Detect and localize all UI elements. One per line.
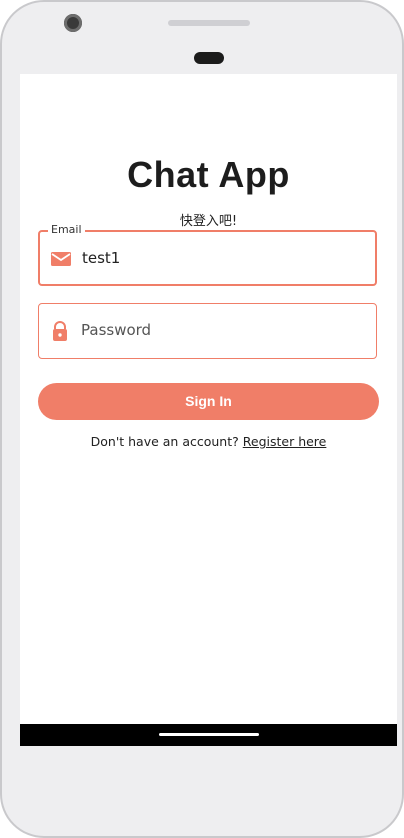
system-nav-bar <box>20 724 397 746</box>
top-speaker <box>168 20 250 26</box>
password-field[interactable] <box>38 303 377 359</box>
front-camera <box>64 14 82 32</box>
earpiece <box>194 52 224 64</box>
password-input[interactable] <box>81 304 361 356</box>
app-title: Chat App <box>127 154 290 195</box>
sign-in-button[interactable]: Sign In <box>38 383 379 420</box>
register-prompt: Don't have an account? <box>90 434 239 449</box>
lock-icon <box>49 321 71 341</box>
email-field[interactable]: Email <box>38 223 377 286</box>
register-link[interactable]: Register here <box>243 434 327 449</box>
mail-icon <box>50 249 72 269</box>
email-label: Email <box>48 223 85 236</box>
home-gesture-handle[interactable] <box>159 733 259 736</box>
email-input[interactable] <box>82 232 362 284</box>
phone-frame: Chat App 快登入吧! Email Sign In <box>0 0 404 838</box>
app-screen: Chat App 快登入吧! Email Sign In <box>20 74 397 724</box>
register-row: Don't have an account? Register here <box>20 434 397 449</box>
